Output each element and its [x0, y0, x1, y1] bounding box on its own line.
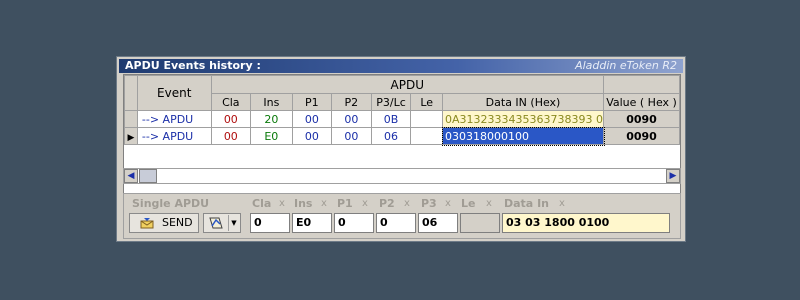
col-p3lc[interactable]: P3/Lc: [370, 93, 412, 111]
cla-field[interactable]: 0: [250, 213, 290, 233]
x-mark: x: [559, 198, 565, 209]
cell-p3lc[interactable]: 06: [370, 127, 412, 145]
apdu-events-window: APDU Events history : Aladdin eToken R2 …: [116, 56, 686, 242]
send-button[interactable]: SEND: [129, 213, 199, 233]
cell-p2[interactable]: 00: [331, 110, 372, 128]
cell-p2[interactable]: 00: [331, 127, 372, 145]
cell-le[interactable]: [410, 127, 444, 145]
cell-cla[interactable]: 00: [210, 127, 252, 145]
label-p1: P1: [337, 197, 353, 210]
window-titlebar: APDU Events history : Aladdin eToken R2: [119, 59, 683, 73]
label-data-in: Data In: [504, 197, 549, 210]
le-field[interactable]: [460, 213, 500, 233]
row-indicator: [124, 110, 138, 128]
col-cla[interactable]: Cla: [210, 93, 252, 111]
p1-field[interactable]: 0: [334, 213, 374, 233]
apdu-table: Event APDU Cla Ins P1 P2 P3/Lc Le Data I…: [124, 75, 680, 146]
scroll-left-icon[interactable]: ◀: [124, 169, 138, 183]
x-mark: x: [486, 198, 492, 209]
options-button[interactable]: ▼: [203, 213, 241, 233]
single-apdu-title: Single APDU: [132, 197, 210, 210]
ins-field[interactable]: E0: [292, 213, 332, 233]
table-row-selected[interactable]: ▶ --> APDU 00 E0 00 00 06 030318000100 0…: [124, 126, 680, 146]
p2-field[interactable]: 0: [376, 213, 416, 233]
label-ins: Ins: [294, 197, 313, 210]
x-mark: x: [445, 198, 451, 209]
cell-data-in-selected[interactable]: 030318000100: [441, 126, 605, 146]
cell-ins[interactable]: E0: [250, 127, 293, 145]
apdu-events-grid[interactable]: Event APDU Cla Ins P1 P2 P3/Lc Le Data I…: [123, 74, 681, 209]
product-name: Aladdin eToken R2: [575, 59, 677, 72]
header-indicator: [124, 75, 138, 111]
col-le[interactable]: Le: [410, 93, 444, 111]
scroll-thumb[interactable]: [139, 169, 157, 183]
col-value[interactable]: Value ( Hex ): [603, 93, 680, 111]
cell-ins[interactable]: 20: [250, 110, 293, 128]
label-cla: Cla: [252, 197, 272, 210]
send-label: SEND: [162, 216, 193, 229]
x-mark: x: [404, 198, 410, 209]
cell-p1[interactable]: 00: [291, 110, 333, 128]
header-apdu-group: APDU: [210, 75, 605, 94]
p3-field[interactable]: 06: [418, 213, 458, 233]
cell-p3lc[interactable]: 0B: [370, 110, 412, 128]
x-mark: x: [362, 198, 368, 209]
horizontal-scrollbar[interactable]: ◀ ▶: [123, 168, 681, 184]
row-indicator-icon: ▶: [124, 127, 138, 145]
x-mark: x: [279, 198, 285, 209]
options-icon: [209, 217, 223, 229]
header-value-top: [603, 75, 680, 94]
col-p2[interactable]: P2: [331, 93, 372, 111]
col-ins[interactable]: Ins: [250, 93, 293, 111]
col-data-in[interactable]: Data IN (Hex): [442, 93, 605, 111]
single-apdu-panel: Single APDU Cla x Ins x P1 x P2 x P3 x L…: [123, 193, 681, 239]
cell-cla[interactable]: 00: [210, 110, 252, 128]
window-title: APDU Events history :: [125, 59, 261, 72]
cell-data-in[interactable]: 0A3132333435363738393 0: [442, 110, 605, 128]
x-mark: x: [321, 198, 327, 209]
label-p3: P3: [421, 197, 437, 210]
label-p2: P2: [379, 197, 395, 210]
header-event: Event: [136, 75, 212, 111]
cell-p1[interactable]: 00: [291, 127, 333, 145]
scroll-right-icon[interactable]: ▶: [666, 169, 680, 183]
label-le: Le: [461, 197, 476, 210]
dropdown-arrow-icon[interactable]: ▼: [228, 215, 239, 231]
send-icon: [140, 218, 154, 229]
table-row[interactable]: --> APDU 00 20 00 00 0B 0A31323334353637…: [124, 110, 680, 128]
cell-value[interactable]: 0090: [603, 127, 680, 145]
col-p1[interactable]: P1: [291, 93, 333, 111]
cell-event[interactable]: --> APDU: [136, 127, 212, 145]
cell-event[interactable]: --> APDU: [136, 110, 212, 128]
cell-value[interactable]: 0090: [603, 110, 680, 128]
cell-le[interactable]: [410, 110, 444, 128]
data-in-field[interactable]: 03 03 1800 0100: [502, 213, 670, 233]
